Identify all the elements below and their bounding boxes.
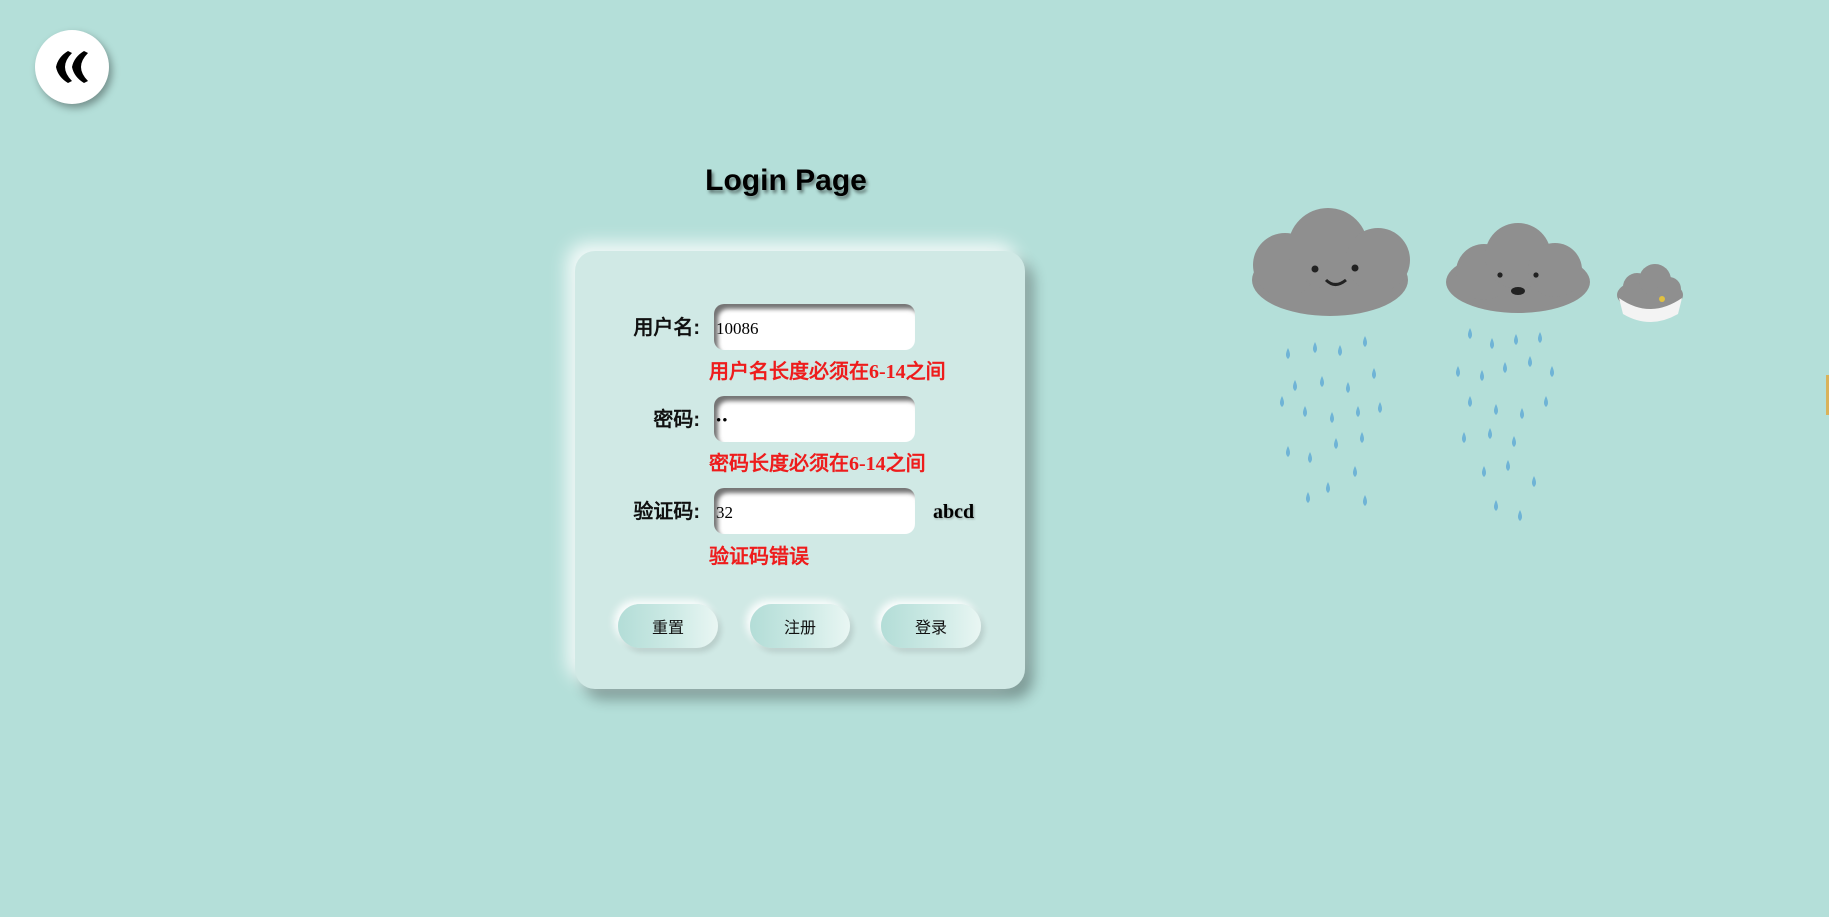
reset-button[interactable]: 重置 <box>618 604 718 648</box>
raindrops-right <box>1456 328 1554 521</box>
username-label: 用户名: <box>633 317 700 339</box>
password-input[interactable] <box>714 396 915 442</box>
username-error: 用户名长度必须在6-14之间 <box>709 361 946 383</box>
register-button[interactable]: 注册 <box>750 604 850 648</box>
captcha-input[interactable] <box>714 488 915 534</box>
medium-cloud <box>1446 223 1590 313</box>
rain-clouds-illustration <box>1252 208 1683 521</box>
password-label: 密码: <box>653 409 700 431</box>
raindrops-left <box>1280 336 1382 506</box>
captcha-label: 验证码: <box>633 501 700 523</box>
large-cloud <box>1252 208 1410 316</box>
password-error: 密码长度必须在6-14之间 <box>709 453 926 475</box>
login-button[interactable]: 登录 <box>881 604 981 648</box>
captcha-code[interactable]: abcd <box>933 501 974 524</box>
captcha-error: 验证码错误 <box>709 546 809 568</box>
double-chevron-left-icon <box>56 51 88 83</box>
login-form-card: 用户名: 用户名长度必须在6-14之间 密码: 密码长度必须在6-14之间 验证… <box>575 251 1025 689</box>
username-input[interactable] <box>714 304 915 350</box>
back-button[interactable] <box>35 30 109 104</box>
